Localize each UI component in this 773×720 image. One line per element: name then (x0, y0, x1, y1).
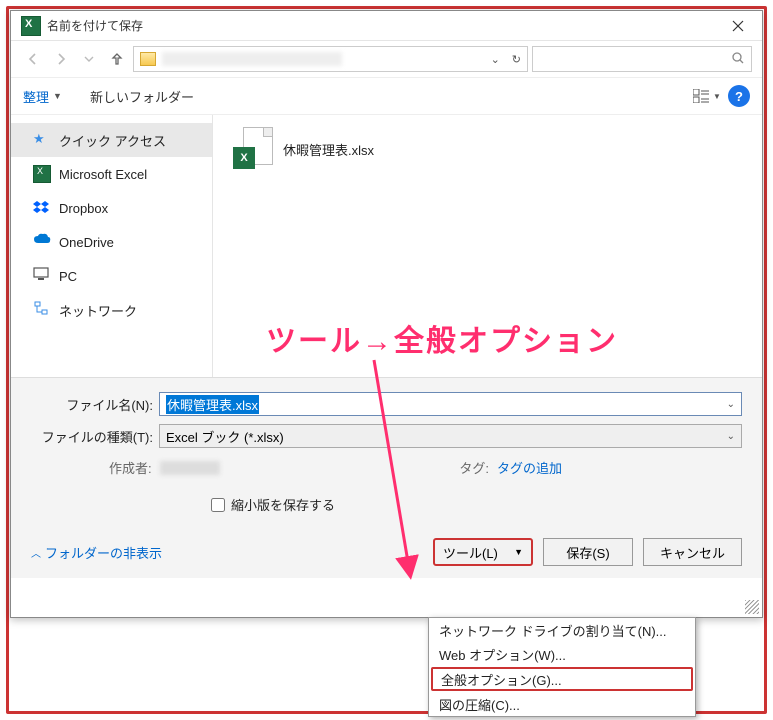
thumbnail-checkbox[interactable] (211, 498, 225, 512)
thumbnail-label: 縮小版を保存する (231, 495, 335, 514)
author-label: 作成者: (109, 458, 152, 477)
folder-icon (140, 52, 156, 66)
chevron-down-icon[interactable]: ⌄ (727, 399, 735, 410)
toolbar: 整理 ▼ 新しいフォルダー ▼ ? (11, 77, 762, 115)
excel-app-icon (21, 16, 41, 36)
chevron-down-icon: ▼ (713, 92, 721, 101)
bottom-form: ファイル名(N): 休暇管理表.xlsx ⌄ ファイルの種類(T): Excel… (11, 377, 762, 578)
arrow-left-icon (26, 52, 40, 66)
sidebar-item-dropbox[interactable]: Dropbox (11, 191, 212, 225)
cancel-button[interactable]: キャンセル (643, 538, 742, 566)
help-button[interactable]: ? (728, 85, 750, 107)
file-name-label: 休暇管理表.xlsx (283, 140, 374, 159)
save-button[interactable]: 保存(S) (543, 538, 633, 566)
back-button[interactable] (21, 47, 45, 71)
tools-dropdown: ネットワーク ドライブの割り当て(N)... Web オプション(W)... 全… (428, 617, 696, 717)
chevron-up-icon: ︿ (31, 545, 41, 560)
network-icon (33, 301, 51, 319)
sidebar-item-onedrive[interactable]: OneDrive (11, 225, 212, 259)
menu-item-web-options[interactable]: Web オプション(W)... (429, 642, 695, 666)
recent-button[interactable] (77, 47, 101, 71)
excel-file-icon: X (233, 127, 273, 171)
search-box[interactable] (532, 46, 752, 72)
view-mode-button[interactable]: ▼ (692, 84, 722, 108)
organize-button[interactable]: 整理 ▼ (23, 87, 62, 106)
star-icon: ★ (33, 131, 51, 149)
nav-row: ⌄ ↻ (11, 41, 762, 77)
save-as-dialog: 名前を付けて保存 ⌄ ↻ 整理 ▼ 新しいフォルダー (10, 10, 763, 618)
cloud-icon (33, 233, 51, 251)
dropbox-icon (33, 199, 51, 217)
refresh-button[interactable]: ↻ (506, 53, 527, 66)
close-icon (732, 20, 744, 32)
file-area[interactable]: X 休暇管理表.xlsx (213, 115, 762, 377)
sidebar-item-label: Dropbox (59, 201, 108, 216)
folder-toggle[interactable]: ︿ フォルダーの非表示 (31, 543, 162, 562)
excel-icon (33, 165, 51, 183)
chevron-down-icon: ▼ (514, 547, 523, 557)
filetype-label: ファイルの種類(T): (31, 427, 159, 446)
view-icon (693, 89, 711, 103)
arrow-up-icon (110, 52, 124, 66)
new-folder-button[interactable]: 新しいフォルダー (90, 87, 194, 106)
menu-item-network-drive[interactable]: ネットワーク ドライブの割り当て(N)... (429, 618, 695, 642)
sidebar: ★ クイック アクセス Microsoft Excel Dropbox OneD… (11, 115, 213, 377)
author-value-blurred (160, 461, 220, 475)
close-button[interactable] (718, 12, 758, 40)
sidebar-item-label: ネットワーク (59, 301, 137, 320)
sidebar-item-label: Microsoft Excel (59, 167, 147, 182)
window-title: 名前を付けて保存 (47, 17, 143, 34)
tag-label: タグ: (459, 458, 489, 477)
filetype-select[interactable]: Excel ブック (*.xlsx) ⌄ (159, 424, 742, 448)
menu-item-general-options[interactable]: 全般オプション(G)... (431, 667, 693, 691)
menu-item-compress-pictures[interactable]: 図の圧縮(C)... (429, 692, 695, 716)
tools-button[interactable]: ツール(L) ▼ (433, 538, 533, 566)
sidebar-item-network[interactable]: ネットワーク (11, 293, 212, 327)
sidebar-item-quick-access[interactable]: ★ クイック アクセス (11, 123, 212, 157)
address-bar[interactable]: ⌄ ↻ (133, 46, 528, 72)
chevron-down-icon (84, 54, 94, 64)
filename-value: 休暇管理表.xlsx (166, 395, 259, 414)
sidebar-item-excel[interactable]: Microsoft Excel (11, 157, 212, 191)
filetype-value: Excel ブック (*.xlsx) (166, 427, 284, 446)
tag-add-link[interactable]: タグの追加 (497, 458, 562, 477)
search-icon (731, 51, 745, 68)
forward-button[interactable] (49, 47, 73, 71)
path-blurred (162, 52, 342, 66)
sidebar-item-label: PC (59, 269, 77, 284)
filename-input[interactable]: 休暇管理表.xlsx ⌄ (159, 392, 742, 416)
sidebar-item-pc[interactable]: PC (11, 259, 212, 293)
body-split: ★ クイック アクセス Microsoft Excel Dropbox OneD… (11, 115, 762, 377)
sidebar-item-label: OneDrive (59, 235, 114, 250)
chevron-down-icon: ▼ (53, 91, 62, 101)
chevron-down-icon: ⌄ (727, 431, 735, 442)
filename-label: ファイル名(N): (31, 395, 159, 414)
pc-icon (33, 267, 51, 285)
up-button[interactable] (105, 47, 129, 71)
resize-grip[interactable] (745, 600, 759, 614)
path-dropdown-icon[interactable]: ⌄ (485, 53, 506, 66)
file-item[interactable]: X 休暇管理表.xlsx (233, 127, 742, 171)
arrow-right-icon (54, 52, 68, 66)
titlebar: 名前を付けて保存 (11, 11, 762, 41)
sidebar-item-label: クイック アクセス (59, 131, 166, 150)
